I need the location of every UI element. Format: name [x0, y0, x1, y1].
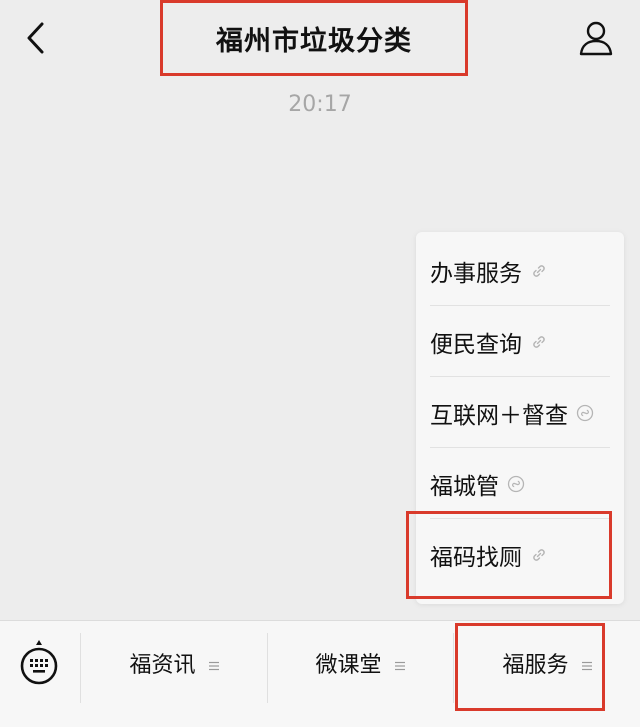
service-menu: 办事服务 便民查询 互联网＋督查 福城管 福码找厕 — [416, 232, 624, 604]
title-highlight: 福州市垃圾分类 — [160, 0, 468, 76]
keyboard-icon — [20, 640, 58, 685]
menu-item-label: 福城管 — [430, 473, 499, 500]
menu-lines-icon — [208, 657, 220, 671]
menu-item-label: 便民查询 — [430, 331, 522, 358]
link-icon — [530, 262, 548, 280]
menu-item-office-services[interactable]: 办事服务 — [430, 236, 610, 306]
tab-fu-services[interactable]: 福服务 — [455, 643, 640, 683]
menu-lines-icon — [581, 657, 593, 671]
menu-item-label: 互联网＋督查 — [430, 402, 568, 429]
mini-program-icon — [507, 475, 525, 493]
back-button[interactable] — [18, 18, 54, 58]
chevron-left-icon — [27, 22, 44, 54]
tab-label: 福服务 — [502, 653, 569, 678]
divider — [453, 633, 454, 703]
menu-lines-icon — [394, 657, 406, 671]
menu-item-label: 福码找厕 — [430, 545, 522, 571]
person-icon — [579, 21, 613, 56]
mini-program-icon — [576, 404, 594, 422]
tab-label: 福资讯 — [129, 653, 196, 678]
bottom-menu-bar: 福资讯 微课堂 福服务 — [0, 620, 640, 727]
keyboard-toggle-button[interactable] — [17, 638, 61, 692]
divider — [80, 633, 81, 703]
link-icon — [530, 333, 548, 351]
menu-item-toilet-finder[interactable]: 福码找厕 — [430, 520, 610, 590]
menu-item-fu-city-management[interactable]: 福城管 — [430, 449, 610, 519]
menu-item-convenience-query[interactable]: 便民查询 — [430, 307, 610, 377]
page-title: 福州市垃圾分类 — [216, 25, 412, 57]
tab-fu-news[interactable]: 福资讯 — [82, 643, 267, 683]
tab-label: 微课堂 — [315, 653, 382, 678]
link-icon — [530, 546, 548, 564]
profile-button[interactable] — [578, 18, 614, 58]
chat-screen: 福州市垃圾分类 20:17 办事服务 便民查询 互联网＋督查 福城管 福码找厕 … — [0, 0, 640, 727]
tab-micro-class[interactable]: 微课堂 — [268, 643, 453, 683]
menu-item-internet-supervision[interactable]: 互联网＋督查 — [430, 378, 610, 448]
message-timestamp: 20:17 — [288, 92, 352, 117]
header: 福州市垃圾分类 — [0, 0, 640, 80]
menu-item-label: 办事服务 — [430, 260, 522, 287]
